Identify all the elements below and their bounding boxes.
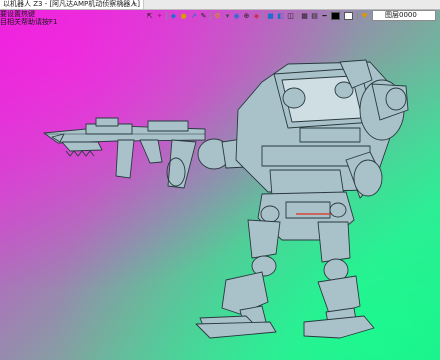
arrow-icon[interactable]: ↗ [189,11,198,21]
toolbar-divider [297,12,298,20]
layer-selector[interactable]: 图层0000 [372,10,436,21]
style-icon[interactable]: ◈ [252,11,261,21]
toolbar-divider [166,12,167,20]
pointer-icon[interactable]: ⇱ [145,11,154,21]
command-hints: 要设置热键 目相关帮助请按F1 [0,10,57,26]
chevron-down-icon[interactable]: ▾ [223,11,232,21]
layer-name: 图层0000 [385,11,417,19]
layers-icon[interactable]: ▤ [310,11,319,21]
left-leg [195,219,281,339]
gear-icon[interactable]: ⚙ [213,11,222,21]
amp-robot-model[interactable] [0,0,440,360]
edit-icon[interactable]: ✎ [199,11,208,21]
view-icon[interactable]: ◉ [232,11,241,21]
display-mode-icon[interactable]: ◆ [169,11,178,21]
view-toolbar: ⇱ ✦ ◆ ● ↗ ✎ ⚙ ▾ ◉ ⊕ ◈ ■ ◧ ◫ ▦ ▤ ━ ♥ 图层00… [143,10,440,22]
render-icon[interactable]: ◧ [276,11,285,21]
axis-icon[interactable]: ⊕ [242,11,251,21]
hint-line-1: 要设置热键 [0,10,35,18]
close-icon[interactable]: ✕ [117,0,126,9]
bulb-icon[interactable]: ♥ [360,11,369,21]
cube-icon[interactable]: ■ [266,11,275,21]
shape-icon[interactable]: ✦ [155,11,164,21]
line-icon[interactable]: ━ [320,11,329,21]
toolbar-divider [210,12,211,20]
add-tab-icon[interactable]: + [130,0,139,9]
hint-line-2: 目相关帮助请按F1 [0,18,58,26]
white-swatch[interactable] [344,12,353,20]
document-tab-bar: 以机器人 Z3 - [阿凡达AMP机动侦察机器人] ✕ + [0,0,440,10]
black-swatch[interactable] [331,12,340,20]
toolbar-divider [263,12,264,20]
rifle [43,117,206,189]
color-icon[interactable]: ● [179,11,188,21]
wire-icon[interactable]: ◫ [286,11,295,21]
toolbar-divider [357,12,358,20]
grid-icon[interactable]: ▦ [300,11,309,21]
